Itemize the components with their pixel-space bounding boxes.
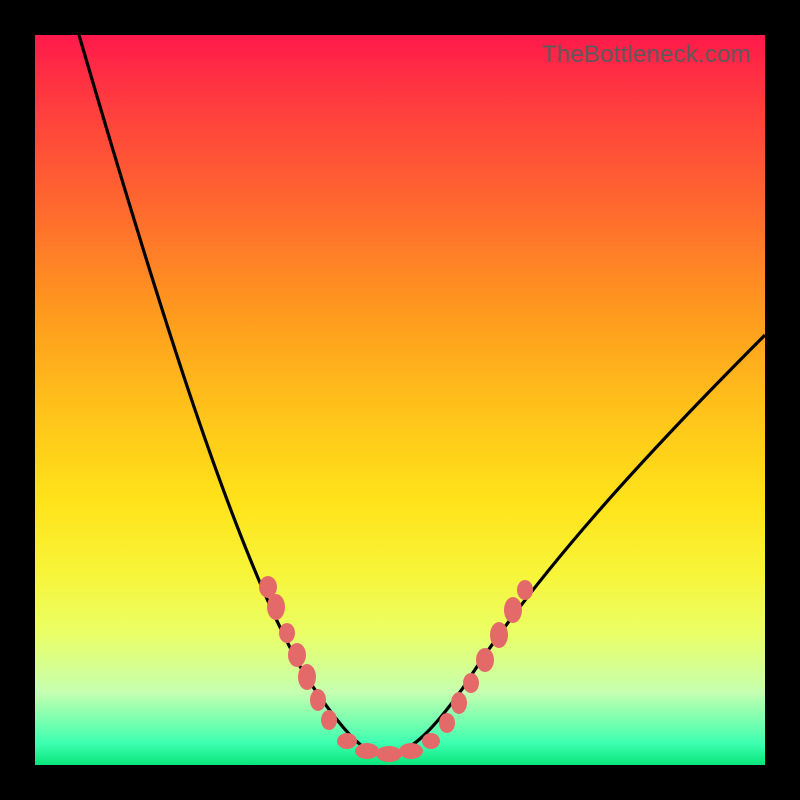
marker-dot xyxy=(504,597,522,623)
chart-frame: TheBottleneck.com xyxy=(0,0,800,800)
marker-dot xyxy=(422,733,440,749)
marker-dot xyxy=(399,743,423,759)
marker-dot xyxy=(376,746,402,762)
marker-dot xyxy=(310,689,326,711)
marker-dot xyxy=(355,743,379,759)
marker-dot xyxy=(321,710,337,730)
marker-dot xyxy=(476,648,494,672)
marker-dot xyxy=(279,623,295,643)
marker-dot xyxy=(463,673,479,693)
marker-dot xyxy=(490,622,508,648)
marker-group xyxy=(259,576,533,762)
marker-dot xyxy=(298,664,316,690)
marker-dot xyxy=(337,733,357,749)
plot-area: TheBottleneck.com xyxy=(35,35,765,765)
marker-dot xyxy=(517,580,533,600)
marker-dot xyxy=(267,594,285,620)
bottleneck-curve-path xyxy=(79,35,765,755)
marker-dot xyxy=(288,643,306,667)
marker-dot xyxy=(451,692,467,714)
bottleneck-curve-svg xyxy=(35,35,765,765)
marker-dot xyxy=(439,713,455,733)
